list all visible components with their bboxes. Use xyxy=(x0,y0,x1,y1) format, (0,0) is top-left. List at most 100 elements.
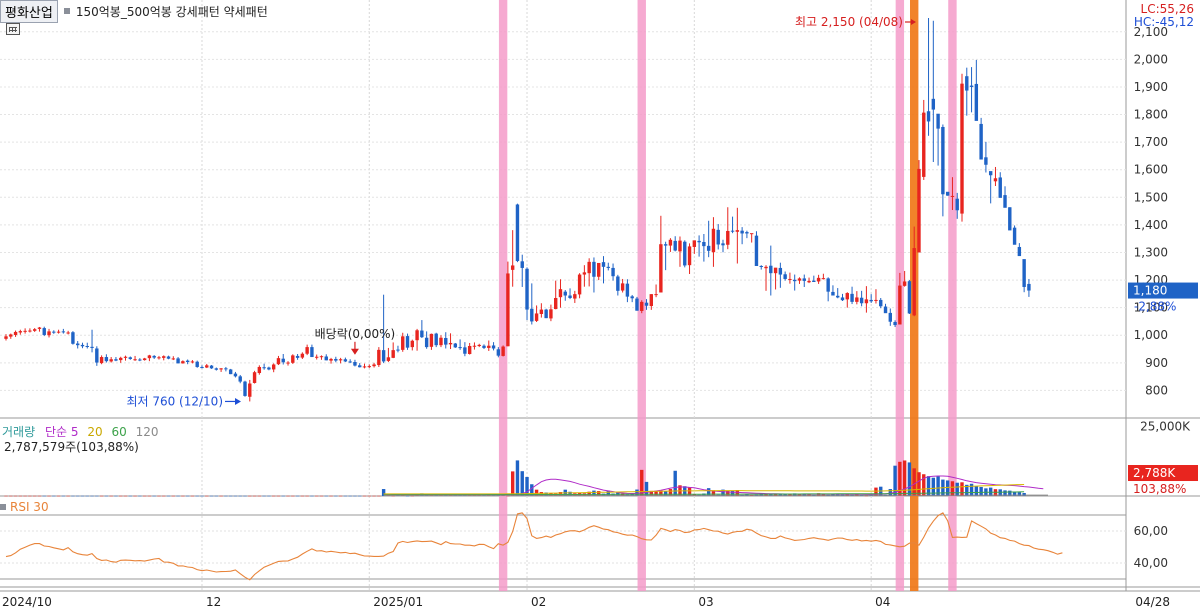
current-price-value: 1,180 xyxy=(1133,284,1167,298)
price-axis-tick: 1,300 xyxy=(1134,245,1168,259)
candle-body xyxy=(831,291,835,296)
candle-body xyxy=(114,359,118,361)
candle-body xyxy=(372,364,376,367)
volume-legend-ma120: 120 xyxy=(135,425,159,439)
price-axis-tick: 800 xyxy=(1145,383,1168,397)
candle-body xyxy=(759,266,763,267)
volume-bar xyxy=(377,495,381,497)
candle-body xyxy=(888,312,892,322)
volume-bar xyxy=(960,482,964,496)
candle-body xyxy=(515,204,520,262)
stock-name[interactable]: 평화산업 xyxy=(0,0,58,23)
candle-body xyxy=(1008,207,1012,231)
candle-body xyxy=(162,356,166,358)
candle-body xyxy=(85,346,89,347)
calculator-icon[interactable] xyxy=(6,23,20,35)
candle-body xyxy=(534,313,539,321)
candle-body xyxy=(764,266,768,269)
volume-bar xyxy=(319,495,324,497)
candle-body xyxy=(984,157,988,165)
candle-body xyxy=(917,168,921,253)
candle-body xyxy=(859,297,864,304)
candle-body xyxy=(941,126,945,195)
candle-body xyxy=(544,309,548,319)
candle-body xyxy=(13,331,18,335)
volume-bar xyxy=(71,495,75,497)
candle-body xyxy=(386,357,391,361)
candle-body xyxy=(61,331,66,333)
volume-bar xyxy=(176,495,180,497)
volume-bar xyxy=(248,495,252,497)
candle-body xyxy=(692,240,697,247)
rsi-legend[interactable]: RSI 30 xyxy=(0,500,49,514)
candle-body xyxy=(793,279,797,282)
volume-bar xyxy=(687,487,692,496)
price-candles[interactable] xyxy=(4,18,1031,402)
candle-body xyxy=(778,267,783,275)
volume-summary: 2,787,579주(103,88%) xyxy=(4,440,139,454)
rsi-axis-tick: 40,00 xyxy=(1134,556,1168,570)
volume-bar xyxy=(162,495,166,497)
candle-body xyxy=(396,349,400,351)
price-axis-tick: 2,000 xyxy=(1134,52,1168,66)
x-axis-tick: 04/28 xyxy=(1135,595,1170,609)
volume-bar xyxy=(224,495,228,497)
volume-bar xyxy=(305,495,309,497)
candle-body xyxy=(424,337,429,348)
candle-body xyxy=(482,345,486,348)
candle-body xyxy=(28,330,32,332)
candle-body xyxy=(926,111,931,122)
volume-bar xyxy=(243,495,247,497)
price-axis-tick: 1,900 xyxy=(1134,80,1168,94)
candle-body xyxy=(716,229,720,245)
volume-bar xyxy=(181,495,185,497)
candle-body xyxy=(726,230,730,245)
candle-body xyxy=(644,302,649,306)
candle-body xyxy=(597,262,601,277)
candle-body xyxy=(1003,195,1007,208)
candle-body xyxy=(219,368,223,370)
candle-body xyxy=(405,336,410,348)
volume-bar xyxy=(114,495,118,497)
volume-bar xyxy=(32,495,37,497)
candle-body xyxy=(267,367,271,370)
volume-bar xyxy=(42,495,46,497)
candle-body xyxy=(592,261,596,277)
candle-body xyxy=(291,355,295,363)
candle-body xyxy=(922,112,926,177)
volume-bar xyxy=(9,495,13,497)
candle-body xyxy=(238,376,242,382)
volume-bar xyxy=(47,495,51,497)
candle-body xyxy=(324,356,328,361)
candle-body xyxy=(993,178,998,182)
candle-body xyxy=(90,346,94,348)
volume-bar xyxy=(310,495,314,497)
candle-body xyxy=(654,294,658,296)
candle-body xyxy=(496,349,501,356)
candle-body xyxy=(702,242,706,247)
candle-body xyxy=(845,293,849,300)
price-axis-tick: 900 xyxy=(1145,356,1168,370)
volume-bar xyxy=(147,495,152,497)
volume-bar xyxy=(200,495,204,497)
candle-body xyxy=(735,230,740,232)
candle-body xyxy=(788,278,792,280)
candle-body xyxy=(945,191,950,196)
volume-bar xyxy=(295,495,300,497)
volume-bar xyxy=(267,495,271,497)
square-icon xyxy=(0,504,6,510)
candle-body xyxy=(836,295,840,298)
volume-bar xyxy=(228,495,233,497)
volume-bar xyxy=(190,495,195,497)
candle-body xyxy=(625,283,630,297)
signal-highlight-band xyxy=(637,0,646,591)
candle-body xyxy=(66,332,70,334)
dividend-arrow-head xyxy=(350,348,359,355)
indicator-label[interactable]: 150억봉_500억봉 강세패턴 약세패턴 xyxy=(76,3,268,20)
candle-body xyxy=(855,297,859,302)
candle-body xyxy=(109,359,113,362)
current-volume-value: 2,788K xyxy=(1133,466,1176,480)
candle-body xyxy=(501,346,505,356)
candle-body xyxy=(812,280,816,282)
candle-body xyxy=(1027,283,1031,291)
